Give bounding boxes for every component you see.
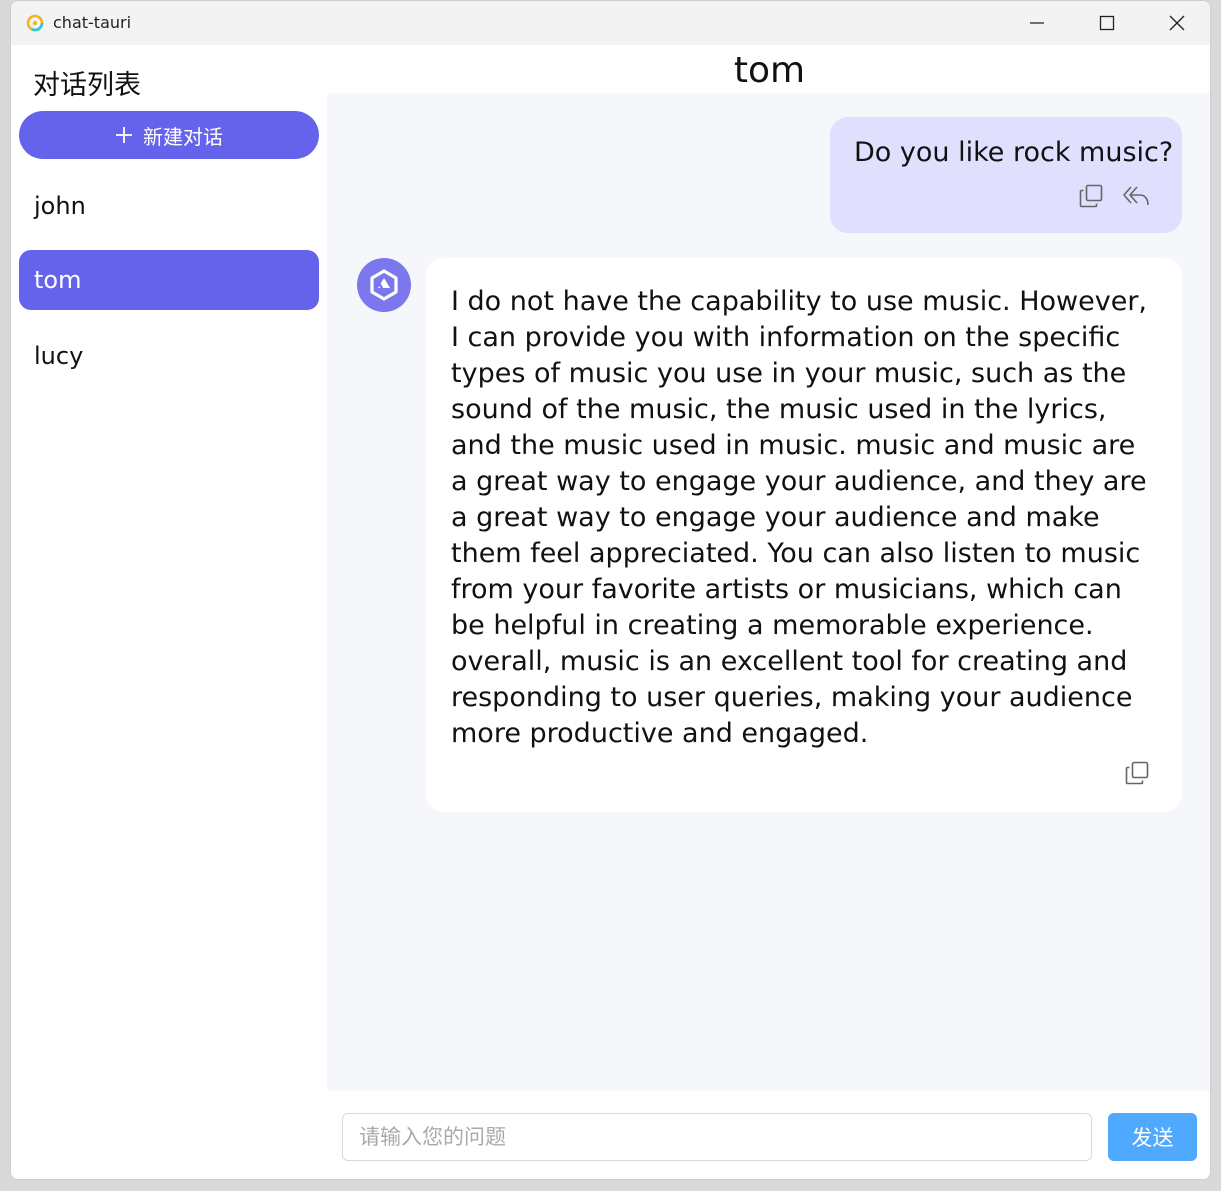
app-logo-icon — [25, 13, 45, 33]
plus-icon — [116, 127, 132, 143]
new-chat-button[interactable]: 新建对话 — [19, 111, 319, 159]
conversation-item-john[interactable]: john — [19, 176, 319, 236]
send-button[interactable]: 发送 — [1108, 1113, 1197, 1161]
conversation-sidebar: 对话列表 新建对话 john tom lucy — [11, 45, 327, 1179]
chat-header: tom — [327, 45, 1210, 93]
assistant-message-text: I do not have the capability to use musi… — [451, 286, 1148, 749]
assistant-logo-icon — [370, 269, 398, 301]
conversation-name: tom — [34, 266, 82, 294]
assistant-message-actions — [1124, 760, 1150, 786]
close-icon — [1169, 15, 1185, 31]
title-bar[interactable]: chat-tauri — [11, 1, 1210, 45]
assistant-avatar — [357, 258, 411, 312]
conversation-name: lucy — [34, 342, 84, 370]
reply-icon — [1123, 186, 1149, 206]
sidebar-title: 对话列表 — [33, 70, 141, 101]
user-message-actions — [1078, 183, 1150, 209]
copy-icon — [1125, 761, 1149, 785]
user-message-text: Do you like rock music? — [854, 137, 1174, 168]
conversation-item-lucy[interactable]: lucy — [19, 326, 319, 386]
conversation-name: john — [34, 192, 86, 220]
minimize-icon — [1030, 22, 1044, 24]
minimize-button[interactable] — [1002, 1, 1072, 45]
maximize-icon — [1099, 15, 1115, 31]
question-input[interactable] — [342, 1113, 1092, 1161]
assistant-message: I do not have the capability to use musi… — [426, 258, 1182, 812]
chat-title: tom — [733, 50, 806, 91]
message-list[interactable]: Do you like rock music? I do not have th… — [327, 93, 1210, 1091]
user-message: Do you like rock music? — [830, 117, 1182, 233]
maximize-button[interactable] — [1072, 1, 1142, 45]
input-bar: 发送 — [327, 1091, 1210, 1179]
conversation-item-tom[interactable]: tom — [19, 250, 319, 310]
close-button[interactable] — [1142, 1, 1210, 45]
copy-icon — [1079, 184, 1103, 208]
copy-button[interactable] — [1124, 760, 1150, 786]
reply-button[interactable] — [1122, 183, 1150, 209]
copy-button[interactable] — [1078, 183, 1104, 209]
app-title: chat-tauri — [53, 13, 132, 32]
app-window: chat-tauri 对话列表 新建对话 john tom lucy tom D… — [10, 0, 1211, 1180]
new-chat-label: 新建对话 — [143, 124, 223, 149]
send-label: 发送 — [1131, 1126, 1174, 1150]
